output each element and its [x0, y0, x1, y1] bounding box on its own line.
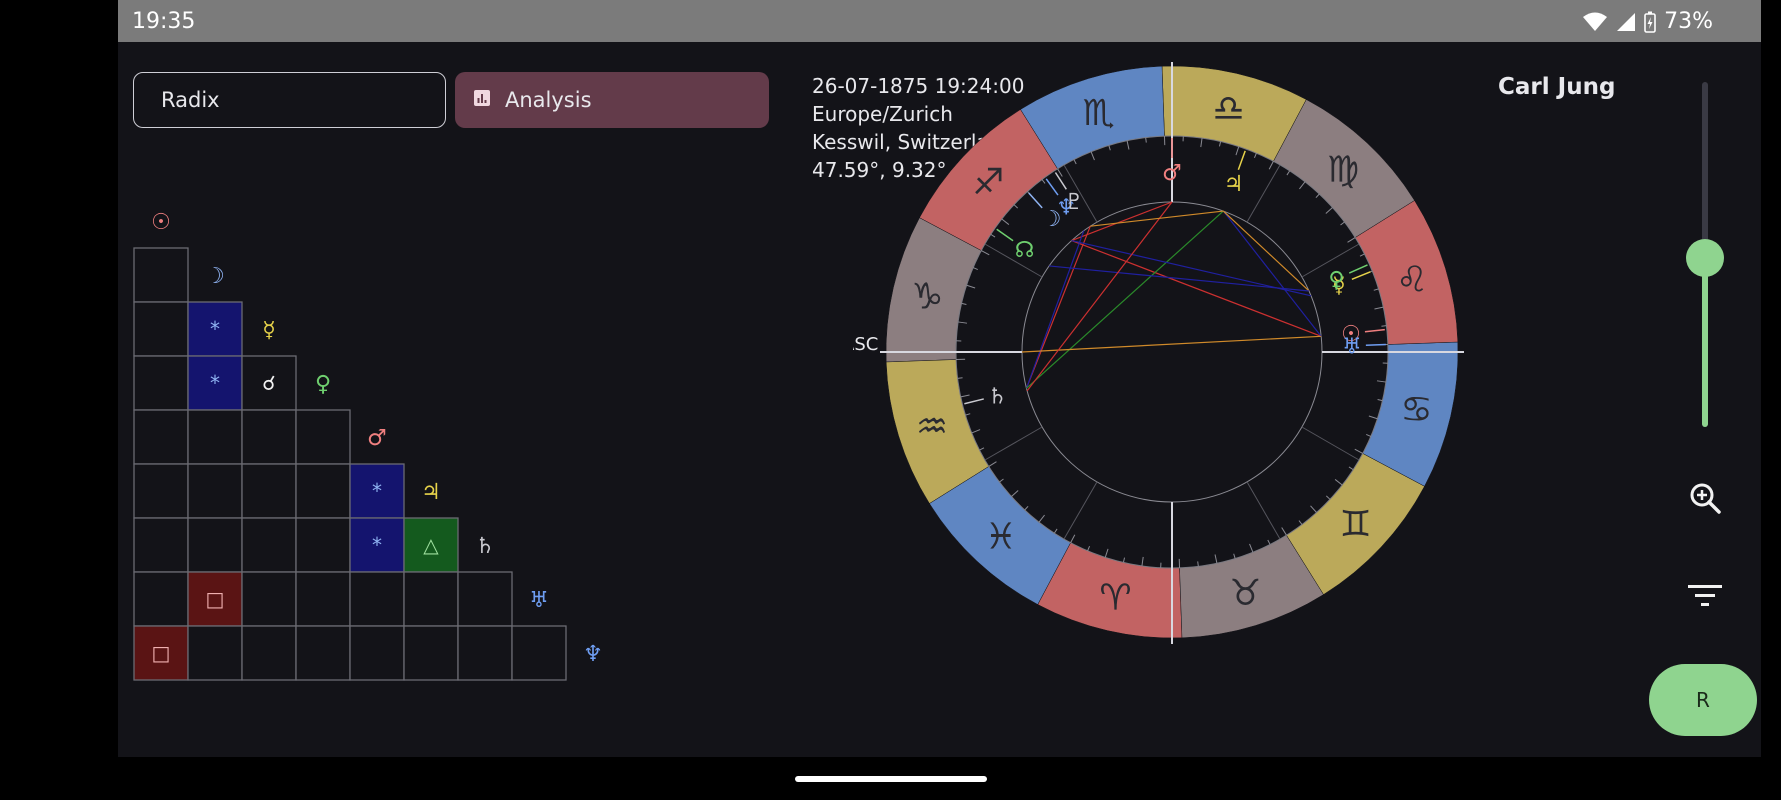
degree-tick [1381, 325, 1387, 327]
planet-glyph: ♃ [1224, 172, 1244, 197]
aspect-cell [295, 625, 351, 681]
planet-label: ♃ [421, 480, 441, 505]
zoom-in-icon [1688, 481, 1722, 519]
aspect-symbol: * [372, 533, 382, 557]
aspect-cell [403, 625, 459, 681]
status-time: 19:35 [132, 9, 196, 34]
planet-glyph: ♀ [1328, 268, 1344, 293]
zodiac-sign-glyph: ♌ [1396, 260, 1428, 301]
zodiac-sign-glyph: ♑ [911, 277, 943, 318]
asc-label: ASC [853, 334, 878, 355]
battery-level: 73% [1664, 9, 1713, 34]
zodiac-sign-glyph: ♏ [1082, 93, 1114, 134]
status-bar: 19:35 73% [118, 0, 1761, 42]
aspect-symbol: * [210, 317, 220, 341]
aspect-symbol: □ [206, 587, 225, 611]
aspect-cell [133, 517, 189, 573]
tab-analysis-label: Analysis [505, 88, 592, 112]
aspect-cell [457, 571, 513, 627]
tab-analysis[interactable]: Analysis [455, 72, 769, 128]
aspect-grid: * * ☌ * * △ □ □ ☉ ☽ ☿ ♀ ♂ ♃ ♄ ♅ ♆ [133, 205, 753, 742]
natal-chart-wheel[interactable]: ♈♉♊♋♌♍♎♏♐♑♒♓ASCMC☉☽☿♀♂♃♄♅♆♇☊ [853, 62, 1493, 722]
zodiac-sign-glyph: ♍ [1327, 149, 1359, 190]
aspect-cell [511, 625, 567, 681]
aspect-cell [241, 571, 297, 627]
zodiac-sign-glyph: ♉ [1229, 573, 1261, 614]
zodiac-sign-glyph: ♎ [1212, 88, 1244, 129]
zodiac-sign-glyph: ♈ [1099, 578, 1131, 619]
slider-thumb[interactable] [1686, 239, 1724, 277]
aspect-cell [187, 517, 243, 573]
app-window: 19:35 73% Radix Analysis * * ☌ * * △ □ □ ☉ ☽ ☿ ♀ ♂ ♃ ♄… [118, 0, 1761, 757]
degree-tick [1145, 137, 1147, 143]
planet-label: ♆ [583, 642, 603, 667]
aspect-cell [295, 409, 351, 465]
status-icons: 73% [1582, 9, 1713, 34]
aspect-symbol: * [210, 371, 220, 395]
person-name: Carl Jung [1498, 74, 1616, 100]
zodiac-sign-glyph: ♐ [972, 162, 1004, 203]
tab-radix-label: Radix [161, 88, 220, 112]
aspect-symbol: △ [423, 533, 439, 557]
aspect-cell [133, 301, 189, 357]
aspect-symbol: □ [152, 641, 171, 665]
aspect-cell [133, 355, 189, 411]
home-handle[interactable] [795, 776, 987, 782]
planet-label: ☽ [205, 264, 225, 289]
zodiac-sign-glyph: ♋ [1400, 389, 1432, 430]
radix-fab-button[interactable]: R [1649, 664, 1757, 736]
aspect-cell [187, 625, 243, 681]
planet-label: ♀ [315, 372, 331, 397]
aspect-symbol: * [372, 479, 382, 503]
aspect-cell [295, 571, 351, 627]
aspect-cell [457, 625, 513, 681]
planet-glyph: ♂ [1162, 161, 1182, 186]
aspect-cell [133, 247, 189, 303]
aspect-symbol: ☌ [262, 371, 275, 395]
planet-label: ☉ [151, 210, 171, 235]
wifi-icon [1582, 12, 1608, 32]
degree-tick [957, 377, 963, 379]
zodiac-sign-glyph: ♒ [916, 406, 948, 447]
zodiac-sign-glyph: ♓ [985, 517, 1017, 558]
aspect-cell [133, 409, 189, 465]
degree-tick [1197, 561, 1199, 567]
planet-label: ♄ [475, 534, 495, 559]
aspect-grid-svg: * * ☌ * * △ □ □ ☉ ☽ ☿ ♀ ♂ ♃ ♄ ♅ ♆ [133, 210, 603, 681]
aspect-cell [349, 571, 405, 627]
aspect-cell [403, 571, 459, 627]
planet-label: ☿ [262, 318, 276, 343]
planet-pointer [1365, 343, 1386, 346]
zoom-slider[interactable] [1686, 82, 1724, 442]
tab-radix[interactable]: Radix [133, 72, 446, 128]
planet-label: ♂ [367, 426, 387, 451]
filter-button[interactable] [1683, 576, 1727, 620]
aspect-cell [241, 409, 297, 465]
battery-icon [1644, 11, 1656, 33]
signal-icon [1616, 12, 1636, 32]
aspect-cell [241, 463, 297, 519]
aspect-cell [295, 517, 351, 573]
zoom-in-button[interactable] [1683, 478, 1727, 522]
planet-glyph: ♇ [1064, 190, 1084, 215]
aspect-cell [241, 517, 297, 573]
planet-label: ♅ [529, 588, 549, 613]
aspect-cell [133, 463, 189, 519]
planet-glyph: ♅ [1342, 335, 1362, 360]
analytics-icon [473, 88, 491, 112]
aspect-cell [187, 409, 243, 465]
planet-glyph: ♄ [987, 385, 1007, 410]
aspect-cell [241, 625, 297, 681]
aspect-cell [295, 463, 351, 519]
aspect-cell [133, 571, 189, 627]
fab-label: R [1696, 688, 1710, 712]
zodiac-sign-glyph: ♊ [1339, 504, 1371, 545]
aspect-cell [349, 625, 405, 681]
aspect-cell [187, 463, 243, 519]
filter-icon [1688, 582, 1722, 614]
slider-fill [1702, 257, 1708, 427]
planet-glyph: ☊ [1015, 238, 1035, 263]
